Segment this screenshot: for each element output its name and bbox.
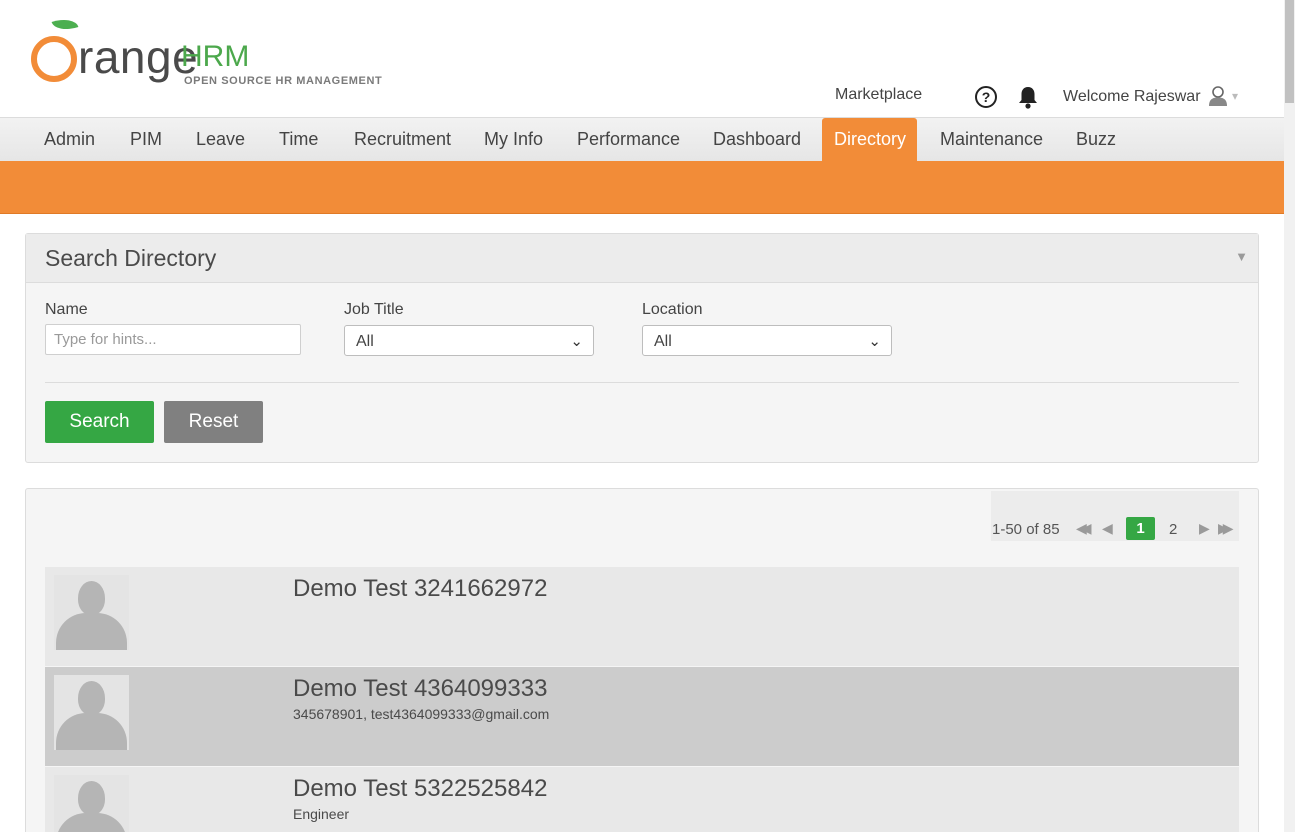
search-button[interactable]: Search — [45, 401, 154, 443]
job-title-select-value: All — [356, 333, 374, 350]
employee-name[interactable]: Demo Test 4364099333 — [293, 675, 547, 703]
avatar-head — [78, 781, 105, 815]
nav-recruitment[interactable]: Recruitment — [342, 118, 463, 162]
location-select-value: All — [654, 333, 672, 350]
header: range HRM OPEN SOURCE HR MANAGEMENT Mark… — [0, 0, 1284, 117]
employee-details: 345678901, test4364099333@gmail.com — [293, 706, 550, 722]
directory-results-panel: 1-50 of 85 ◀◀ ◀ 1 2 ▶ ▶▶ Demo Test 32416… — [25, 488, 1259, 832]
employee-row[interactable]: Demo Test 3241662972 — [45, 567, 1239, 666]
logo-tagline: OPEN SOURCE HR MANAGEMENT — [184, 75, 383, 87]
employee-name[interactable]: Demo Test 5322525842 — [293, 775, 547, 803]
page-2-button[interactable]: 2 — [1169, 521, 1177, 538]
nav-directory[interactable]: Directory — [822, 118, 917, 162]
job-title-label: Job Title — [344, 301, 404, 318]
avatar-body — [56, 813, 127, 832]
marketplace-link[interactable]: Marketplace — [835, 86, 922, 104]
avatar-head — [78, 681, 105, 715]
name-label: Name — [45, 301, 88, 318]
logo-hrm: HRM — [181, 40, 250, 73]
last-page-icon[interactable]: ▶▶ — [1218, 520, 1233, 537]
avatar-head — [78, 581, 105, 615]
avatar-placeholder-icon[interactable] — [54, 675, 129, 750]
next-page-icon[interactable]: ▶ — [1199, 520, 1210, 537]
orange-banner — [0, 161, 1284, 214]
employee-details: Engineer — [293, 806, 350, 822]
page-1-button[interactable]: 1 — [1126, 517, 1155, 540]
avatar-body — [56, 613, 127, 650]
employee-row[interactable]: Demo Test 4364099333 345678901, test4364… — [45, 667, 1239, 766]
scrollbar-thumb[interactable] — [1285, 0, 1294, 103]
user-menu-caret-icon[interactable]: ▾ — [1232, 89, 1238, 103]
user-icon[interactable] — [1207, 85, 1229, 107]
collapse-toggle-icon[interactable]: ▼ — [1235, 249, 1248, 264]
pagination-count: 1-50 of 85 — [992, 521, 1060, 538]
search-panel-title: Search Directory — [45, 245, 217, 271]
location-label: Location — [642, 301, 703, 318]
search-directory-panel: Search Directory ▼ Name Job Title All ⌄ … — [25, 233, 1259, 463]
pagination: 1-50 of 85 ◀◀ ◀ 1 2 ▶ ▶▶ — [991, 491, 1239, 541]
page-scrollbar[interactable] — [1284, 0, 1295, 832]
first-page-icon[interactable]: ◀◀ — [1076, 520, 1091, 537]
bell-icon[interactable] — [1017, 85, 1039, 109]
avatar-placeholder-icon[interactable] — [54, 575, 129, 650]
nav-pim[interactable]: PIM — [118, 118, 174, 162]
nav-maintenance[interactable]: Maintenance — [928, 118, 1055, 162]
location-select[interactable]: All ⌄ — [642, 325, 892, 356]
chevron-down-icon: ⌄ — [570, 333, 583, 350]
logo-leaf-icon — [51, 14, 79, 35]
employee-name[interactable]: Demo Test 3241662972 — [293, 575, 547, 603]
help-icon[interactable]: ? — [975, 86, 997, 108]
welcome-user[interactable]: Welcome Rajeswar — [1063, 88, 1201, 106]
name-search-input[interactable] — [45, 324, 301, 355]
avatar-placeholder-icon[interactable] — [54, 775, 129, 832]
logo-orange-icon — [31, 36, 77, 82]
employee-row[interactable]: Demo Test 5322525842 Engineer — [45, 767, 1239, 832]
job-title-select[interactable]: All ⌄ — [344, 325, 594, 356]
main-nav: Admin PIM Leave Time Recruitment My Info… — [0, 117, 1284, 162]
nav-dashboard[interactable]: Dashboard — [701, 118, 813, 162]
avatar-body — [56, 713, 127, 750]
nav-time[interactable]: Time — [267, 118, 330, 162]
nav-leave[interactable]: Leave — [184, 118, 257, 162]
nav-my-info[interactable]: My Info — [472, 118, 555, 162]
form-divider — [45, 382, 1239, 383]
search-panel-header: Search Directory ▼ — [26, 234, 1258, 283]
previous-page-icon[interactable]: ◀ — [1102, 520, 1113, 537]
nav-performance[interactable]: Performance — [565, 118, 692, 162]
nav-buzz[interactable]: Buzz — [1064, 118, 1128, 162]
reset-button[interactable]: Reset — [164, 401, 263, 443]
orangehrm-logo[interactable]: range HRM OPEN SOURCE HR MANAGEMENT — [28, 14, 388, 96]
nav-admin[interactable]: Admin — [32, 118, 107, 162]
chevron-down-icon: ⌄ — [868, 333, 881, 350]
